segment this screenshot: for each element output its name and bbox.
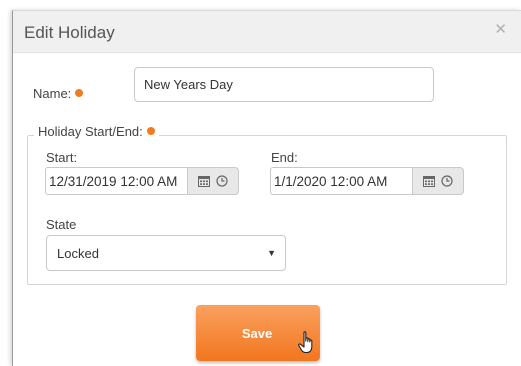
start-datetime-group: 12/31/2019 12:00 AM [45,167,239,195]
state-label: State [46,217,77,232]
state-selected-value: Locked [57,245,99,261]
name-input[interactable]: New Years Day [134,67,434,102]
name-label: Name: [33,86,84,101]
chevron-down-icon: ▼ [267,248,276,258]
start-picker-addon [187,167,239,195]
end-label: End: [271,150,298,165]
start-datetime-input[interactable]: 12/31/2019 12:00 AM [45,167,187,195]
required-indicator [146,127,155,135]
start-label: Start: [46,150,78,165]
clock-icon[interactable] [216,175,228,187]
dialog-header: Edit Holiday ✕ [13,11,521,53]
end-datetime-input[interactable]: 1/1/2020 12:00 AM [270,167,412,195]
holiday-start-end-legend: Holiday Start/End: [34,124,159,139]
hand-pointer-cursor [298,331,318,360]
close-icon[interactable]: ✕ [494,22,507,37]
dialog-title: Edit Holiday [24,23,115,42]
end-datetime-group: 1/1/2020 12:00 AM [270,167,464,195]
calendar-icon[interactable] [198,175,210,187]
edit-holiday-dialog: Edit Holiday ✕ Name: New Years Day Holid… [12,10,521,366]
name-label-text: Name: [33,86,72,101]
required-indicator [75,89,84,97]
state-select[interactable]: Locked ▼ [46,235,286,271]
calendar-icon[interactable] [423,175,435,187]
holiday-legend-text: Holiday Start/End: [38,124,143,139]
end-picker-addon [412,167,464,195]
clock-icon[interactable] [441,175,453,187]
save-button-label: Save [241,325,273,341]
